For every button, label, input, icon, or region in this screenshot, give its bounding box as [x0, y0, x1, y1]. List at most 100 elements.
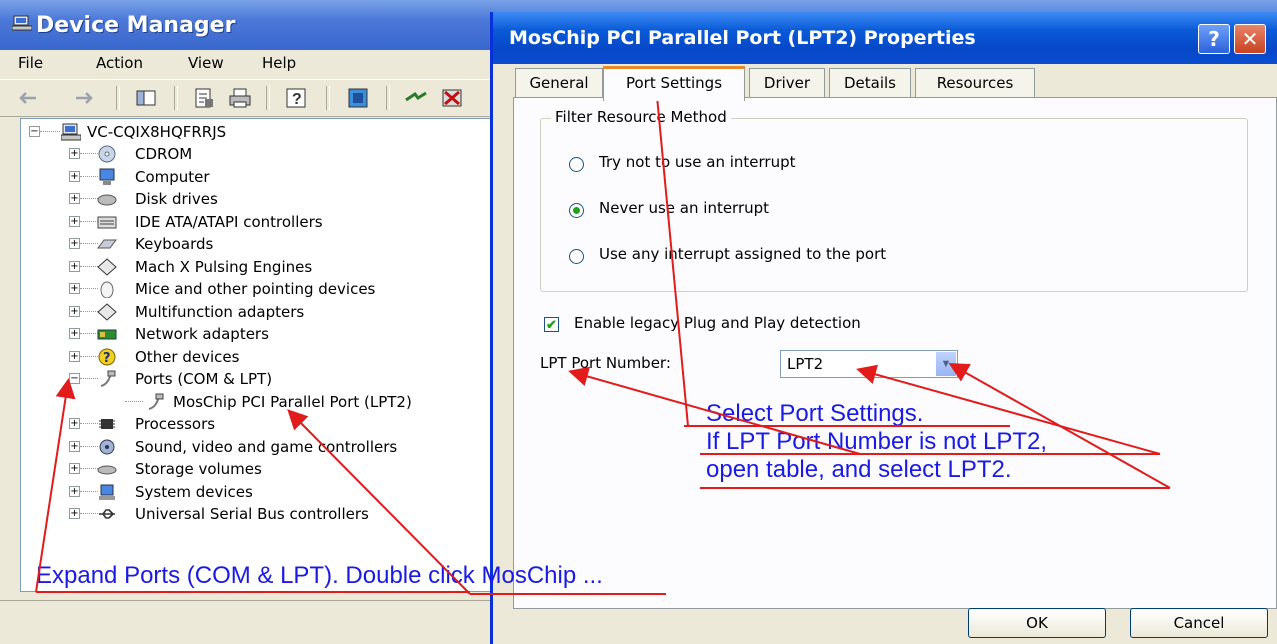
ide-controller-icon: [97, 216, 117, 228]
tab-port-settings[interactable]: Port Settings: [603, 66, 745, 101]
annotation-note-line1: Select Port Settings.: [706, 400, 924, 427]
radio-use-any-label: Use any interrupt assigned to the port: [599, 245, 887, 263]
tree-item-label: Universal Serial Bus controllers: [135, 505, 369, 523]
tree-item-label: MosChip PCI Parallel Port (LPT2): [173, 392, 412, 411]
tree-item-label: Computer: [135, 167, 210, 186]
help-button[interactable]: ?: [1198, 24, 1230, 54]
tree-connector: [80, 220, 98, 222]
back-icon[interactable]: [16, 86, 40, 110]
cancel-button[interactable]: Cancel: [1130, 608, 1268, 638]
properties-icon[interactable]: [192, 86, 216, 110]
port-icon: [148, 393, 164, 410]
status-bar: [0, 600, 490, 631]
dialog-title: MosChip PCI Parallel Port (LPT2) Propert…: [509, 27, 976, 49]
computer-icon: [61, 123, 81, 141]
computer-icon: [12, 15, 32, 31]
tree-item-label: Mach X Pulsing Engines: [135, 257, 313, 276]
expand-icon[interactable]: +: [69, 463, 80, 474]
tree-item-label: Storage volumes: [135, 460, 262, 478]
dialog-titlebar[interactable]: MosChip PCI Parallel Port (LPT2) Propert…: [493, 12, 1277, 64]
annotation-note-bottom: Expand Ports (COM & LPT). Double click M…: [36, 562, 603, 589]
mouse-icon: [100, 281, 114, 298]
tree-item-label: IDE ATA/ATAPI controllers: [135, 212, 323, 231]
ok-button[interactable]: OK: [968, 608, 1106, 638]
expand-icon[interactable]: +: [69, 350, 80, 362]
expand-icon[interactable]: +: [69, 193, 80, 204]
expand-icon[interactable]: +: [69, 418, 80, 429]
close-button[interactable]: ✕: [1234, 24, 1266, 54]
storage-icon: [97, 465, 117, 475]
tree-connector: [80, 333, 98, 334]
tree-connector: [80, 423, 98, 424]
expand-icon[interactable]: +: [69, 215, 80, 227]
expand-icon[interactable]: +: [69, 260, 80, 272]
question-icon: ?: [98, 348, 116, 366]
expand-icon[interactable]: +: [69, 238, 80, 249]
annotation-note-line2: If LPT Port Number is not LPT2,: [706, 428, 1048, 455]
help-icon[interactable]: ?: [284, 86, 308, 110]
diamond-icon: [97, 302, 117, 321]
tree-connector: [80, 265, 98, 267]
scan-hardware-icon[interactable]: [346, 86, 370, 110]
expand-icon[interactable]: +: [69, 485, 80, 497]
console-tree-icon[interactable]: [134, 86, 158, 110]
collapse-icon[interactable]: −: [69, 373, 80, 384]
sound-icon: [99, 439, 115, 454]
tab-general[interactable]: General: [515, 68, 603, 97]
tree-connector: [80, 445, 98, 447]
group-title: Filter Resource Method: [551, 108, 731, 126]
toolbar-separator: [386, 86, 390, 110]
expand-icon[interactable]: +: [69, 148, 80, 159]
tree-connector: [40, 131, 60, 132]
lpt-port-number-label: LPT Port Number:: [540, 354, 671, 372]
collapse-icon[interactable]: −: [29, 126, 40, 137]
uninstall-icon[interactable]: [440, 86, 464, 110]
toolbar-separator: [116, 86, 120, 110]
tree-connector: [80, 153, 98, 154]
expand-icon[interactable]: +: [69, 305, 80, 317]
tree-connector: [80, 355, 98, 357]
tree-item-label: Mice and other pointing devices: [135, 280, 376, 298]
system-devices-icon: [99, 484, 115, 500]
expand-icon[interactable]: +: [69, 283, 80, 294]
device-tree[interactable]: − VC-CQIX8HQFRRJS + CDROM + Computer + Disk d…: [20, 118, 492, 592]
menu-file[interactable]: File: [18, 54, 43, 72]
diamond-icon: [97, 257, 117, 276]
expand-icon[interactable]: +: [69, 328, 80, 339]
tree-item-label: System devices: [135, 482, 253, 501]
radio-try-not[interactable]: [569, 157, 584, 172]
properties-dialog: MosChip PCI Parallel Port (LPT2) Propert…: [490, 12, 1277, 644]
tree-item-label: CDROM: [135, 145, 193, 163]
tab-driver[interactable]: Driver: [749, 68, 825, 97]
radio-use-any[interactable]: [569, 249, 584, 264]
tree-connector: [80, 378, 98, 379]
menu-bar: File Action View Help: [0, 50, 500, 76]
menu-view[interactable]: View: [188, 54, 224, 72]
toolbar-separator: [174, 86, 178, 110]
menu-help[interactable]: Help: [262, 54, 296, 72]
chevron-down-icon[interactable]: ▼: [936, 352, 956, 376]
lpt-port-select[interactable]: LPT2 ▼: [780, 350, 958, 378]
menu-action[interactable]: Action: [96, 54, 143, 72]
filter-resource-groupbox: Filter Resource Method Try not to use an…: [540, 108, 1248, 292]
update-driver-icon[interactable]: [404, 86, 428, 110]
radio-never[interactable]: [569, 203, 584, 218]
tab-resources[interactable]: Resources: [915, 68, 1035, 97]
tree-item-label: Network adapters: [135, 325, 269, 343]
tree-connector: [80, 175, 98, 177]
tree-item-label: Ports (COM & LPT): [135, 370, 273, 388]
expand-icon[interactable]: +: [69, 440, 80, 452]
tab-details[interactable]: Details: [829, 68, 911, 97]
tree-connector: [80, 468, 98, 469]
legacy-pnp-checkbox[interactable]: ✔: [544, 317, 559, 332]
tree-connector: [80, 310, 98, 312]
tree-connector: [125, 400, 143, 402]
tree-item-label: Multifunction adapters: [135, 302, 305, 321]
tree-item-label: Keyboards: [135, 235, 214, 253]
expand-icon[interactable]: +: [69, 170, 80, 182]
tree-item-label: Other devices: [135, 347, 240, 366]
forward-icon[interactable]: [72, 86, 96, 110]
expand-icon[interactable]: +: [69, 508, 80, 519]
annotation-note-line3: open table, and select LPT2.: [706, 456, 1012, 483]
print-icon[interactable]: [228, 86, 252, 110]
